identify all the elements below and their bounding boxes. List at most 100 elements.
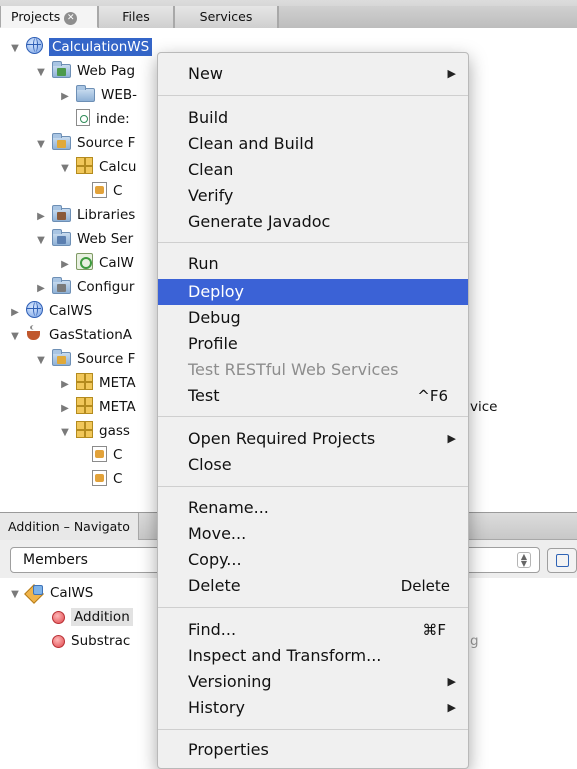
tree-node-label: CalWS bbox=[49, 303, 93, 319]
tree-node-label: CalW bbox=[99, 255, 134, 271]
menu-item-profile[interactable]: Profile bbox=[158, 331, 468, 357]
menu-separator bbox=[158, 729, 468, 730]
tree-node-calw[interactable]: ▶ CalW bbox=[60, 251, 134, 275]
view-toggle-icon bbox=[556, 554, 569, 567]
close-icon[interactable]: ✕ bbox=[64, 12, 78, 25]
expand-triangle-icon[interactable]: ▼ bbox=[36, 61, 46, 85]
menu-item-delete[interactable]: Delete Delete bbox=[158, 573, 468, 599]
tree-node-calculationws[interactable]: ▼ CalculationWS bbox=[10, 35, 153, 61]
menu-item-inspect-and-transform[interactable]: Inspect and Transform... bbox=[158, 643, 468, 669]
tree-node-label: META bbox=[99, 399, 136, 415]
tree-node-configuration[interactable]: ▶ Configur bbox=[36, 275, 134, 299]
tree-node-web-services[interactable]: ▼ Web Ser bbox=[36, 227, 133, 251]
menu-item-close[interactable]: Close bbox=[158, 452, 468, 478]
member-addition[interactable]: Addition bbox=[52, 605, 133, 629]
menu-item-properties[interactable]: Properties bbox=[158, 737, 468, 763]
tree-node-gass-class1[interactable]: C bbox=[92, 443, 122, 467]
navigator-tab[interactable]: Addition – Navigato bbox=[0, 513, 139, 540]
menu-item-label: Clean bbox=[188, 160, 234, 179]
menu-item-label: Delete bbox=[188, 576, 241, 595]
collapse-triangle-icon[interactable]: ▶ bbox=[60, 85, 70, 109]
menu-item-new[interactable]: New ▶ bbox=[158, 61, 468, 87]
expand-triangle-icon[interactable]: ▼ bbox=[36, 349, 46, 373]
tree-node-calws[interactable]: ▶ CalWS bbox=[10, 299, 92, 323]
tree-node-calc-package[interactable]: ▼ Calcu bbox=[60, 155, 136, 179]
tree-node-gasstation[interactable]: ▼ GasStationA bbox=[10, 323, 132, 347]
menu-item-versioning[interactable]: Versioning ▶ bbox=[158, 669, 468, 695]
package-icon bbox=[76, 373, 93, 390]
expand-triangle-icon[interactable]: ▼ bbox=[10, 325, 20, 349]
tree-node-meta2-tail: vice bbox=[470, 395, 497, 419]
java-project-icon bbox=[26, 325, 43, 342]
menu-item-open-required-projects[interactable]: Open Required Projects ▶ bbox=[158, 426, 468, 452]
tree-node-gas-source[interactable]: ▼ Source F bbox=[36, 347, 135, 371]
collapse-triangle-icon[interactable]: ▶ bbox=[60, 253, 70, 277]
menu-item-clean[interactable]: Clean bbox=[158, 157, 468, 183]
menu-item-label: Run bbox=[188, 254, 219, 273]
tree-node-meta1[interactable]: ▶ META bbox=[60, 371, 136, 395]
tree-node-libraries[interactable]: ▶ Libraries bbox=[36, 203, 135, 227]
tab-projects[interactable]: Projects ✕ bbox=[0, 6, 98, 28]
expand-triangle-icon[interactable]: ▼ bbox=[36, 133, 46, 157]
tree-node-gass-package[interactable]: ▼ gass bbox=[60, 419, 130, 443]
tree-node-web-inf[interactable]: ▶ WEB- bbox=[60, 83, 137, 107]
menu-item-debug[interactable]: Debug bbox=[158, 305, 468, 331]
tree-node-index[interactable]: inde: bbox=[76, 107, 130, 131]
expand-triangle-icon[interactable]: ▼ bbox=[60, 157, 70, 181]
tree-node-label: gass bbox=[99, 423, 130, 439]
updown-arrows-icon[interactable]: ▲ ▼ bbox=[517, 552, 531, 568]
tab-services[interactable]: Services bbox=[174, 6, 278, 28]
menu-item-label: Generate Javadoc bbox=[188, 212, 331, 231]
menu-item-find[interactable]: Find... ⌘F bbox=[158, 617, 468, 643]
menu-item-build[interactable]: Build bbox=[158, 105, 468, 131]
tree-node-label: Configur bbox=[77, 279, 135, 295]
tab-files[interactable]: Files bbox=[98, 6, 174, 28]
menu-item-label: Build bbox=[188, 108, 229, 127]
collapse-triangle-icon[interactable]: ▶ bbox=[36, 205, 46, 229]
menu-item-move[interactable]: Move... bbox=[158, 521, 468, 547]
tree-node-source-packages[interactable]: ▼ Source F bbox=[36, 131, 135, 155]
member-class-calws[interactable]: ▼ CalWS bbox=[10, 581, 93, 605]
tree-node-gass-class2[interactable]: C bbox=[92, 467, 122, 491]
menu-item-copy[interactable]: Copy... bbox=[158, 547, 468, 573]
class-icon bbox=[26, 584, 44, 600]
menu-item-rename[interactable]: Rename... bbox=[158, 495, 468, 521]
submenu-arrow-icon: ▶ bbox=[447, 432, 456, 445]
menu-item-history[interactable]: History ▶ bbox=[158, 695, 468, 721]
expand-triangle-icon[interactable]: ▼ bbox=[10, 37, 20, 61]
collapse-triangle-icon[interactable]: ▶ bbox=[10, 301, 20, 325]
collapse-triangle-icon[interactable]: ▶ bbox=[60, 397, 70, 421]
menu-item-clean-and-build[interactable]: Clean and Build bbox=[158, 131, 468, 157]
tree-node-meta2[interactable]: ▶ META bbox=[60, 395, 136, 419]
menu-item-generate-javadoc[interactable]: Generate Javadoc bbox=[158, 209, 468, 235]
menu-item-label: Versioning bbox=[188, 672, 272, 691]
menu-item-run[interactable]: Run bbox=[158, 251, 468, 277]
collapse-triangle-icon[interactable]: ▶ bbox=[36, 277, 46, 301]
package-icon bbox=[76, 397, 93, 414]
menu-separator bbox=[158, 242, 468, 243]
menu-item-test[interactable]: Test ^F6 bbox=[158, 383, 468, 409]
member-substraction[interactable]: Substrac bbox=[52, 629, 130, 653]
member-class-label: CalWS bbox=[50, 585, 94, 601]
tree-node-web-pages[interactable]: ▼ Web Pag bbox=[36, 59, 135, 83]
tree-node-label: C bbox=[113, 183, 123, 199]
menu-item-test-restful: Test RESTful Web Services bbox=[158, 357, 468, 383]
navigator-view-button[interactable] bbox=[547, 548, 577, 573]
menu-item-label: Copy... bbox=[188, 550, 242, 569]
expand-triangle-icon[interactable]: ▼ bbox=[10, 583, 20, 607]
menu-item-label: Move... bbox=[188, 524, 247, 543]
menu-item-label: New bbox=[188, 64, 223, 83]
package-icon bbox=[76, 421, 93, 438]
expand-triangle-icon[interactable]: ▼ bbox=[36, 229, 46, 253]
web-pages-folder-icon bbox=[52, 61, 71, 78]
menu-item-label: Debug bbox=[188, 308, 241, 327]
tree-node-calc-class[interactable]: C bbox=[92, 179, 122, 203]
menu-item-deploy[interactable]: Deploy bbox=[158, 279, 468, 305]
tree-node-label: inde: bbox=[96, 111, 130, 127]
collapse-triangle-icon[interactable]: ▶ bbox=[60, 373, 70, 397]
expand-triangle-icon[interactable]: ▼ bbox=[60, 421, 70, 445]
member-label: Substrac bbox=[71, 633, 131, 649]
web-service-icon bbox=[76, 253, 93, 270]
menu-item-verify[interactable]: Verify bbox=[158, 183, 468, 209]
menu-item-label: Rename... bbox=[188, 498, 269, 517]
